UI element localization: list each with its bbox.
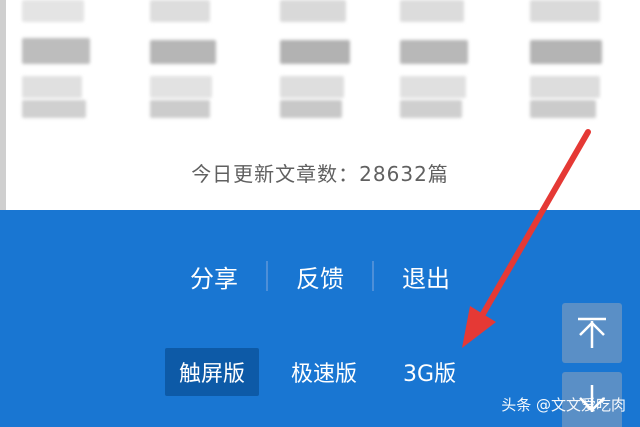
feedback-link[interactable]: 反馈 bbox=[268, 259, 372, 294]
version-switcher: 触屏版 极速版 3G版 bbox=[165, 348, 470, 396]
top-section: 今日更新文章数：28632篇 bbox=[0, 0, 640, 210]
blurred-tile bbox=[400, 0, 464, 22]
daily-update-count: 今日更新文章数：28632篇 bbox=[191, 162, 449, 186]
blurred-content-grid bbox=[0, 0, 640, 140]
blurred-tile bbox=[530, 40, 602, 64]
blurred-tile bbox=[400, 76, 466, 98]
footer-links: 分享 反馈 退出 bbox=[150, 256, 490, 296]
blurred-tile bbox=[280, 0, 346, 22]
blurred-tile bbox=[150, 76, 212, 98]
blurred-tile bbox=[530, 0, 600, 22]
blurred-tile bbox=[280, 100, 342, 118]
arrow-to-top-icon bbox=[578, 317, 606, 348]
touch-version-link[interactable]: 触屏版 bbox=[165, 348, 260, 396]
blurred-tile bbox=[530, 76, 600, 98]
logout-link[interactable]: 退出 bbox=[374, 259, 478, 294]
blurred-tile bbox=[22, 0, 84, 22]
speed-version-link[interactable]: 极速版 bbox=[277, 348, 371, 396]
blurred-tile bbox=[150, 100, 210, 118]
blurred-tile bbox=[150, 0, 210, 22]
scroll-to-top-button[interactable] bbox=[562, 303, 622, 363]
blurred-tile bbox=[150, 40, 216, 64]
blurred-tile bbox=[22, 76, 82, 98]
blurred-tile bbox=[22, 100, 86, 118]
watermark: 头条 @文文爱吃肉 bbox=[501, 396, 626, 414]
blurred-tile bbox=[400, 40, 468, 64]
blurred-tile bbox=[530, 100, 596, 118]
blurred-tile bbox=[400, 100, 462, 118]
blurred-tile bbox=[280, 40, 350, 64]
blurred-tile bbox=[22, 38, 90, 64]
share-link[interactable]: 分享 bbox=[162, 259, 266, 294]
blurred-tile bbox=[280, 76, 344, 98]
3g-version-link[interactable]: 3G版 bbox=[389, 348, 470, 396]
